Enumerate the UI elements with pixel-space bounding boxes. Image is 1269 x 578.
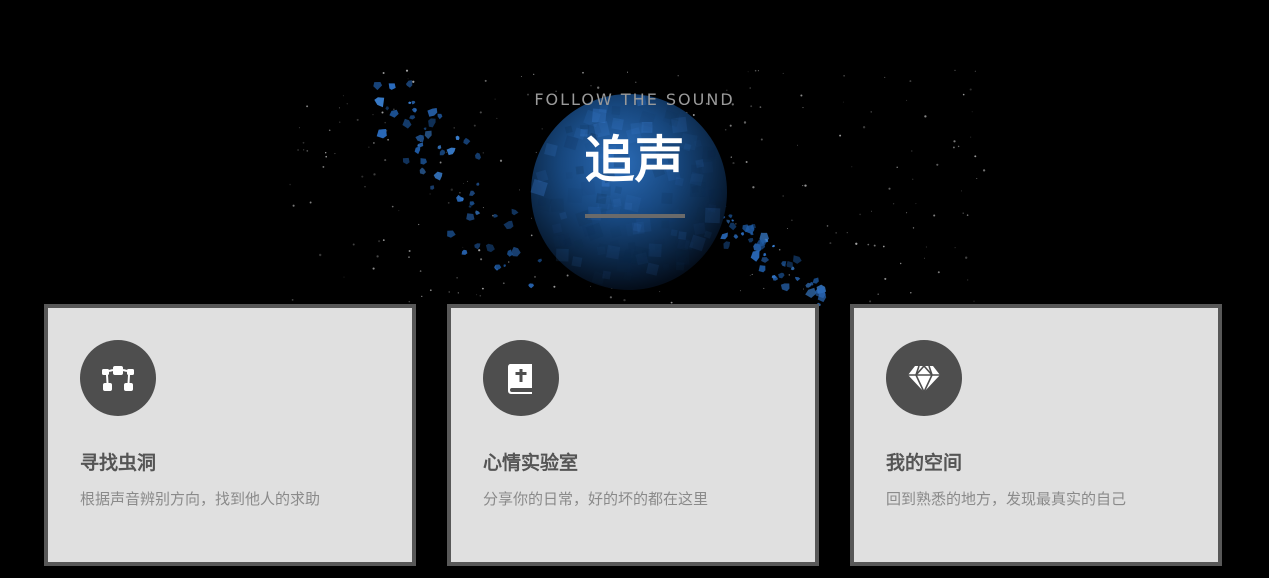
feature-title: 心情实验室 <box>483 452 579 474</box>
vector-nodes-icon <box>102 366 134 391</box>
feature-cards: 寻找虫洞 根据声音辨别方向，找到他人的求助 心情实验室 分享你的日常，好的坏的都… <box>44 304 1225 566</box>
feature-icon-badge <box>886 340 962 416</box>
bible-book-icon <box>507 364 532 394</box>
title-divider <box>584 214 685 218</box>
hero-header: FOLLOW THE SOUND 追声 <box>0 90 1269 218</box>
hero-tagline: FOLLOW THE SOUND <box>534 90 735 109</box>
feature-card-mood-lab[interactable]: 心情实验室 分享你的日常，好的坏的都在这里 <box>447 304 819 566</box>
feature-description: 回到熟悉的地方，发现最真实的自己 <box>886 490 1127 508</box>
feature-icon-badge <box>80 340 156 416</box>
feature-description: 根据声音辨别方向，找到他人的求助 <box>80 490 321 508</box>
feature-card-wormhole[interactable]: 寻找虫洞 根据声音辨别方向，找到他人的求助 <box>44 304 416 566</box>
feature-description: 分享你的日常，好的坏的都在这里 <box>483 490 709 508</box>
feature-title: 寻找虫洞 <box>80 452 157 474</box>
feature-icon-badge <box>483 340 559 416</box>
hero-stage: FOLLOW THE SOUND 追声 寻找虫洞 根据声音辨别方向，找到他人的求… <box>0 0 1269 578</box>
hero-title: 追声 <box>584 131 685 189</box>
feature-card-my-space[interactable]: 我的空间 回到熟悉的地方，发现最真实的自己 <box>850 304 1222 566</box>
feature-title: 我的空间 <box>886 452 963 474</box>
diamond-icon <box>908 364 940 394</box>
